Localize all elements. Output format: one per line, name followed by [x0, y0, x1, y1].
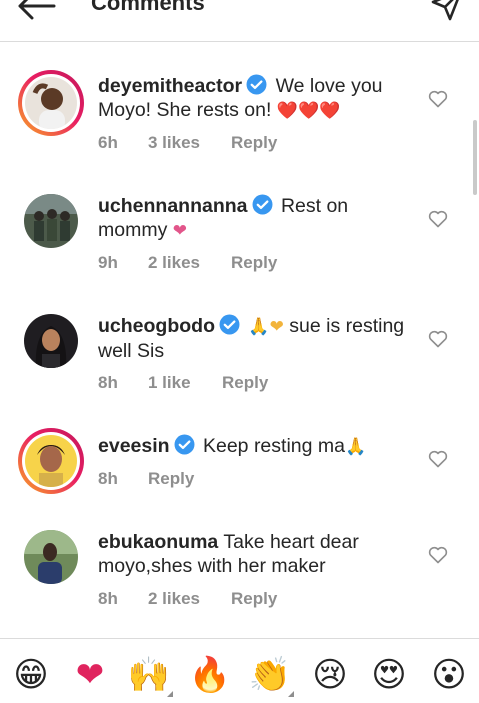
heart-outline-icon[interactable]: [428, 546, 448, 564]
reply-button[interactable]: Reply: [231, 589, 277, 609]
comment-emojis: 🙏❤: [248, 317, 284, 337]
fire-emoji-button[interactable]: 🔥: [188, 653, 232, 697]
comment-emojis: 🙏: [344, 437, 367, 457]
reply-button[interactable]: Reply: [231, 253, 277, 273]
comment-likes-link[interactable]: 1 like: [148, 373, 191, 393]
heart-eyes-emoji-button[interactable]: 😍: [367, 653, 411, 697]
comment-username[interactable]: deyemitheactor: [98, 75, 242, 97]
reply-button[interactable]: Reply: [231, 133, 277, 153]
verified-badge-icon: [219, 314, 240, 335]
avatar-story-ring[interactable]: [18, 70, 84, 136]
avatar: [25, 77, 77, 129]
emoji-quick-bar: 😁 ❤ 🙌 🔥 👏 😢 😍 😮: [0, 638, 479, 703]
avatar-container[interactable]: [18, 308, 84, 374]
raising-hands-emoji-button[interactable]: 🙌: [127, 653, 173, 697]
heart-outline-icon[interactable]: [428, 330, 448, 348]
reply-button[interactable]: Reply: [148, 469, 194, 489]
comment-item: ucheogbodo 🙏❤ sue is resting well Sis 8h…: [0, 308, 479, 418]
comment-likes-link[interactable]: 3 likes: [148, 133, 200, 153]
verified-badge-icon: [246, 74, 267, 95]
comment-likes-link[interactable]: 2 likes: [148, 589, 200, 609]
comment-username[interactable]: ucheogbodo: [98, 315, 215, 337]
avatar: [25, 435, 77, 487]
avatar-story-ring[interactable]: [18, 428, 84, 494]
avatar-container[interactable]: [18, 524, 84, 590]
crying-face-emoji-button[interactable]: 😢: [308, 653, 352, 697]
avatar: [24, 314, 78, 368]
comment-username[interactable]: uchennannanna: [98, 195, 248, 217]
avatar: [24, 194, 78, 248]
comment-item: deyemitheactor We love you Moyo! She res…: [0, 68, 479, 178]
heart-emoji-button[interactable]: ❤: [68, 653, 112, 697]
grinning-face-emoji-button[interactable]: 😁: [9, 653, 53, 697]
comment-time: 8h: [98, 469, 118, 488]
comment-emojis: ❤: [172, 221, 187, 241]
comment-likes-link[interactable]: 2 likes: [148, 253, 200, 273]
comments-header: Comments: [0, 0, 479, 42]
comment-time: 8h: [98, 373, 118, 392]
heart-outline-icon[interactable]: [428, 210, 448, 228]
comment-item: eveesin Keep resting ma🙏 8h Reply: [0, 428, 479, 538]
comment-text: Keep resting ma: [202, 435, 345, 457]
surprised-face-emoji-button[interactable]: 😮: [427, 653, 471, 697]
comment-item: ebukaonuma Take heart dear moyo,shes wit…: [0, 524, 479, 634]
verified-badge-icon: [252, 194, 273, 215]
comment-username[interactable]: eveesin: [98, 435, 170, 457]
comment-item: uchennannanna Rest on mommy ❤ 9h 2 likes…: [0, 188, 479, 298]
comment-time: 8h: [98, 589, 118, 608]
comment-username[interactable]: ebukaonuma: [98, 531, 218, 553]
heart-outline-icon[interactable]: [428, 450, 448, 468]
verified-badge-icon: [174, 434, 195, 455]
variants-indicator-icon: [288, 691, 294, 697]
arrow-left-icon[interactable]: [14, 0, 58, 26]
page-title: Comments: [91, 0, 205, 15]
avatar: [24, 530, 78, 584]
comment-emojis: ❤️❤️❤️: [276, 101, 341, 121]
send-icon[interactable]: [430, 0, 464, 22]
avatar-container[interactable]: [18, 188, 84, 254]
heart-outline-icon[interactable]: [428, 90, 448, 108]
clapping-hands-emoji-button[interactable]: 👏: [248, 653, 294, 697]
comment-time: 9h: [98, 253, 118, 272]
reply-button[interactable]: Reply: [222, 373, 268, 393]
comment-time: 6h: [98, 133, 118, 152]
variants-indicator-icon: [167, 691, 173, 697]
